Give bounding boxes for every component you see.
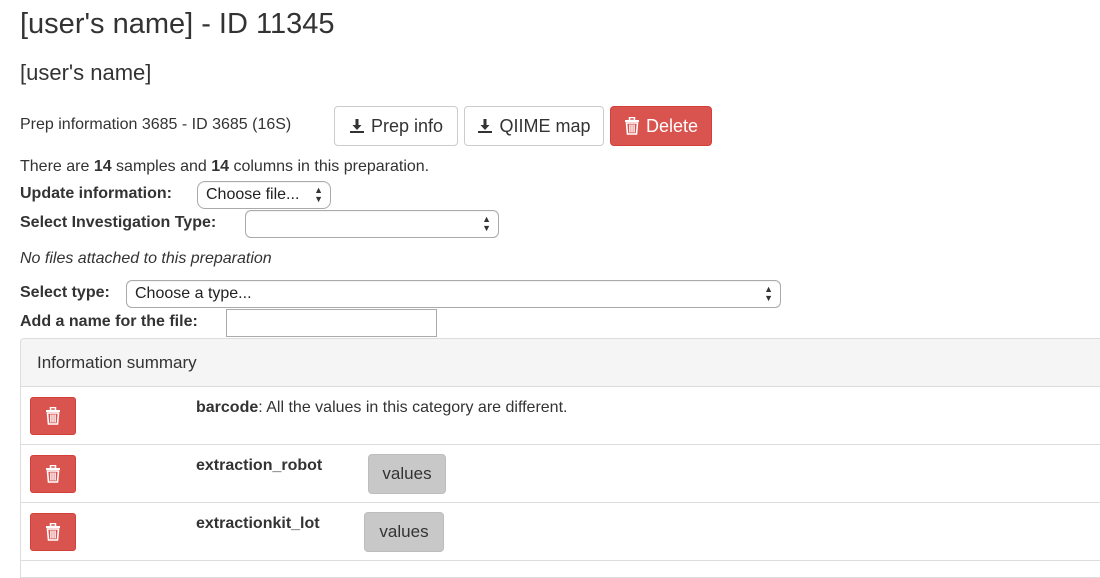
information-summary-heading: Information summary	[21, 339, 1100, 387]
category-row: extractionkit_lot values	[21, 503, 1100, 561]
delete-category-button[interactable]	[30, 455, 76, 493]
prep-info-button-label: Prep info	[370, 115, 444, 136]
values-button[interactable]: values	[368, 454, 446, 494]
download-icon	[349, 118, 365, 134]
category-name: barcode	[196, 399, 259, 416]
select-type-label: Select type:	[20, 284, 110, 301]
prep-info-button[interactable]: Prep info	[334, 106, 458, 146]
trash-icon	[45, 407, 61, 425]
file-name-label: Add a name for the file:	[20, 313, 198, 330]
choose-file-label: Choose file...	[206, 186, 300, 203]
summary-text-mid: samples and	[111, 158, 212, 175]
trash-icon	[45, 465, 61, 483]
summary-text-post: columns in this preparation.	[229, 158, 430, 175]
category-name: extraction_robot	[196, 457, 323, 474]
samples-count: 14	[93, 158, 112, 175]
category-row: extraction_robot values	[21, 445, 1100, 503]
no-files-text: No files attached to this preparation	[20, 250, 272, 267]
download-icon	[477, 118, 493, 134]
category-row: barcode: All the values in this category…	[21, 387, 1100, 445]
select-type-select[interactable]: Choose a type... ▲ ▼	[126, 280, 781, 308]
page-subtitle: [user's name]	[20, 60, 152, 85]
select-arrows-icon: ▲ ▼	[764, 284, 773, 303]
stepper-arrows-icon: ▲ ▼	[314, 185, 323, 204]
file-name-input[interactable]	[226, 309, 437, 337]
columns-count: 14	[211, 158, 230, 175]
values-button[interactable]: values	[364, 512, 444, 552]
page-title: [user's name] - ID 11345	[20, 8, 335, 40]
category-note: : All the values in this category are di…	[258, 399, 568, 416]
prep-info-label: Prep information 3685 - ID 3685 (16S)	[20, 116, 292, 133]
select-type-value: Choose a type...	[135, 285, 252, 302]
investigation-type-select[interactable]: ▲ ▼	[245, 210, 499, 238]
qiime-map-button-label: QIIME map	[499, 115, 591, 136]
category-name: extractionkit_lot	[196, 515, 320, 532]
delete-category-button[interactable]	[30, 397, 76, 435]
category-description: barcode: All the values in this category…	[196, 399, 567, 417]
qiime-map-button[interactable]: QIIME map	[464, 106, 604, 146]
delete-category-button[interactable]	[30, 513, 76, 551]
trash-icon	[624, 117, 640, 135]
trash-icon	[45, 523, 61, 541]
preparation-summary-text: There are 14 samples and 14 columns in t…	[20, 158, 429, 176]
information-summary-panel: Information summary barcode: All the val…	[20, 338, 1100, 578]
choose-file-button[interactable]: Choose file... ▲ ▼	[197, 181, 331, 209]
summary-text-pre: There are	[20, 158, 94, 175]
investigation-type-label: Select Investigation Type:	[20, 214, 217, 231]
delete-button-label: Delete	[645, 115, 699, 136]
select-arrows-icon: ▲ ▼	[482, 214, 491, 233]
update-information-label: Update information:	[20, 185, 172, 202]
delete-button[interactable]: Delete	[610, 106, 712, 146]
